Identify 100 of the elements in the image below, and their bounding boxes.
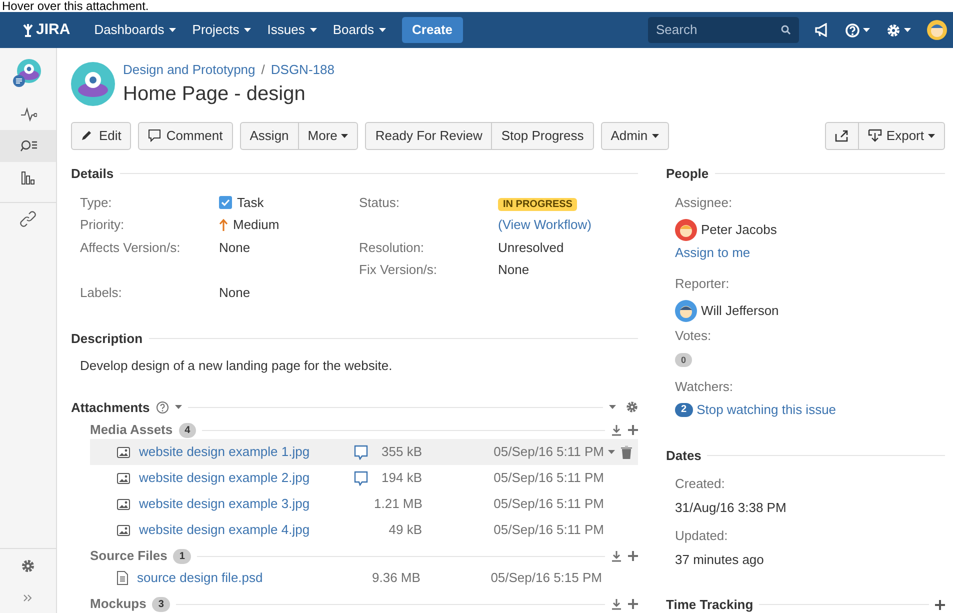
toolbar-button[interactable]: Admin: [600, 122, 669, 150]
settings-menu[interactable]: [886, 22, 911, 38]
image-file-icon: [117, 524, 130, 536]
file-date: 05/Sep/16 5:15 PM: [490, 569, 602, 588]
file-date: 05/Sep/16 5:11 PM: [492, 469, 604, 488]
stop-watching-link[interactable]: Stop watching this issue: [696, 400, 836, 420]
download-icon[interactable]: [611, 598, 622, 610]
field-label: Status:: [359, 194, 400, 212]
comment-icon[interactable]: [354, 470, 368, 486]
group-heading: Mockups: [90, 595, 146, 613]
issue-list-icon: [20, 138, 36, 154]
vote-count[interactable]: 0: [675, 353, 692, 367]
help-icon: [845, 22, 860, 38]
attachment-link[interactable]: website design example 3.jpg: [139, 494, 354, 514]
file-date: 05/Sep/16 5:11 PM: [492, 443, 604, 462]
settings-icon[interactable]: [626, 401, 638, 414]
attachment-link[interactable]: source design file.psd: [137, 568, 352, 588]
nav-menu[interactable]: Issues: [259, 15, 325, 45]
image-file-icon: [117, 498, 130, 510]
field-value: None: [219, 238, 252, 256]
share-icon: [835, 129, 850, 142]
section-heading: Attachments: [71, 398, 150, 416]
image-file-icon: [117, 472, 130, 484]
toolbar-button[interactable]: Export: [858, 122, 945, 150]
user-avatar-icon: [675, 218, 697, 240]
activity-icon: [20, 106, 36, 122]
section-heading: Time Tracking: [666, 596, 754, 613]
attachment-row-highlight[interactable]: website design example 1.jpg 355 kB 05/Sep/16 5:11 PM: [90, 439, 638, 465]
create-button[interactable]: Create: [402, 17, 463, 43]
user-name: Will Jefferson: [701, 302, 779, 320]
toolbar-button[interactable]: More: [298, 122, 358, 150]
comment-icon[interactable]: [354, 444, 368, 460]
bar-chart-icon: [20, 170, 36, 186]
attachment-link[interactable]: website design example 2.jpg: [139, 468, 354, 488]
file-size: 9.36 MB: [372, 569, 420, 588]
field-label: Labels:: [80, 284, 123, 302]
image-file-icon: [117, 446, 130, 458]
count-badge: 1: [173, 548, 191, 564]
field-value: Unresolved: [498, 238, 565, 256]
expand-chevrons-icon[interactable]: [23, 594, 33, 602]
share-button[interactable]: [825, 122, 860, 150]
nav-menu[interactable]: Projects: [184, 15, 260, 45]
field-label: Resolution:: [359, 238, 426, 256]
toolbar-button[interactable]: Edit: [71, 122, 132, 150]
plus-icon[interactable]: [628, 551, 638, 561]
megaphone-icon[interactable]: [815, 23, 829, 37]
caret-icon: [310, 28, 317, 32]
field-label: Priority:: [80, 216, 126, 234]
caret-icon: [169, 28, 176, 32]
project-avatar-icon[interactable]: [71, 62, 115, 106]
caret-icon: [863, 28, 870, 32]
download-icon[interactable]: [611, 424, 622, 436]
toolbar-button[interactable]: Stop Progress: [491, 122, 594, 150]
instruction-text: Hover over this attachment.: [1, 0, 150, 12]
attachment-link[interactable]: website design example 1.jpg: [139, 442, 354, 462]
breadcrumb-link[interactable]: DSGN-188: [270, 60, 334, 80]
assign-to-me-link[interactable]: Assign to me: [675, 242, 945, 262]
field-value: Medium: [233, 216, 280, 234]
up-arrow-icon: [219, 218, 228, 231]
settings-icon[interactable]: [21, 559, 35, 573]
help-icon: [156, 400, 169, 414]
caret-icon: [244, 28, 252, 32]
document-icon: [117, 571, 128, 585]
caret-icon: [609, 405, 616, 410]
caret-icon: [341, 134, 348, 138]
jira-logo[interactable]: JIRA: [22, 18, 70, 42]
field-value: Task: [237, 194, 264, 212]
nav-menu[interactable]: Dashboards: [86, 15, 184, 45]
nav-menu[interactable]: Boards: [324, 15, 394, 45]
user-name: Peter Jacobs: [701, 220, 777, 239]
checkbox-icon: [219, 196, 232, 209]
issue-title: Home Page - design: [123, 82, 306, 106]
search-field[interactable]: Search: [656, 20, 781, 40]
field-label: Votes:: [675, 326, 712, 344]
count-badge: 3: [152, 596, 170, 612]
breadcrumb-link[interactable]: Design and Prototypng: [123, 60, 256, 80]
attachment-link[interactable]: website design example 4.jpg: [139, 520, 354, 540]
view-workflow-link[interactable]: (View Workflow): [498, 215, 638, 234]
toolbar-button[interactable]: Assign: [240, 122, 299, 150]
field-label: Affects Version/s:: [80, 238, 182, 256]
export-icon: [868, 129, 882, 142]
project-avatar-icon[interactable]: [12, 57, 44, 89]
search-field[interactable]: Search: [648, 17, 799, 43]
watcher-count: 2: [675, 402, 693, 417]
help-menu[interactable]: [845, 22, 870, 38]
user-avatar-icon[interactable]: [927, 20, 947, 40]
breadcrumb-separator: /: [261, 61, 265, 79]
settings-icon: [886, 22, 901, 38]
caret-icon: [928, 134, 935, 138]
plus-icon[interactable]: [935, 600, 945, 610]
download-icon[interactable]: [611, 550, 622, 562]
field-label: Reporter:: [675, 275, 730, 293]
plus-icon[interactable]: [628, 425, 638, 435]
trash-icon[interactable]: [621, 446, 632, 458]
sidebar-item[interactable]: [0, 130, 56, 162]
toolbar-button[interactable]: Ready For Review: [365, 122, 492, 150]
toolbar-button[interactable]: Comment: [138, 122, 233, 150]
field-value: None: [498, 261, 530, 279]
plus-icon[interactable]: [628, 599, 638, 609]
section-heading: Dates: [666, 446, 702, 464]
